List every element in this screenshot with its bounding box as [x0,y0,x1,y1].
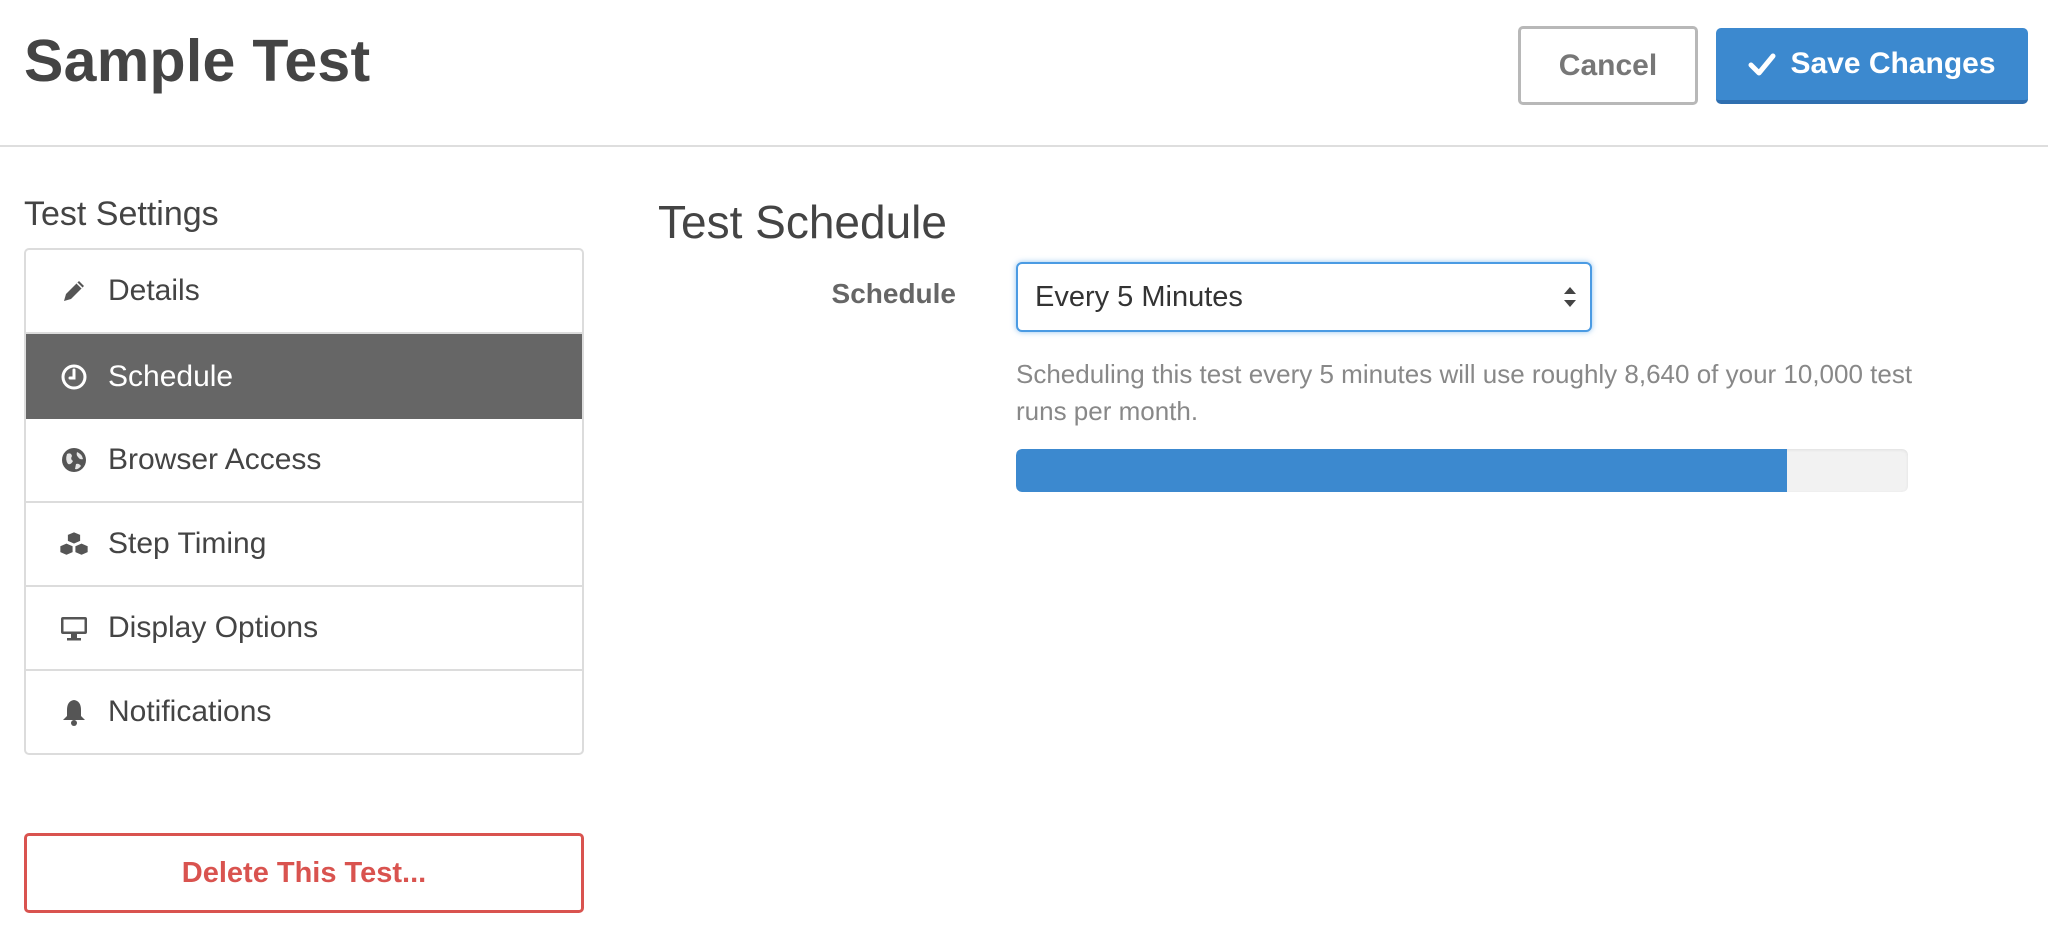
sidebar-item-details[interactable]: Details [26,250,582,334]
save-changes-label: Save Changes [1790,47,1996,80]
usage-progress-fill [1016,449,1787,492]
delete-test-label: Delete This Test... [181,856,427,889]
globe-icon [58,444,90,476]
schedule-label: Schedule [831,278,956,309]
page: Sample Test Cancel Save Changes Test Set… [0,0,2048,950]
save-changes-button[interactable]: Save Changes [1716,28,2028,104]
desktop-icon [58,612,90,644]
sidebar-item-notifications[interactable]: Notifications [26,671,582,753]
bell-icon [58,696,90,728]
clock-icon [58,361,90,393]
cancel-button-label: Cancel [1558,48,1658,82]
sidebar-item-browser-access[interactable]: Browser Access [26,419,582,503]
section-title: Test Schedule [658,196,947,248]
schedule-select-value: Every 5 Minutes [1035,280,1243,313]
usage-progress-bar [1016,449,1908,492]
sidebar-item-schedule[interactable]: Schedule [26,334,582,419]
check-icon [1748,50,1776,78]
settings-nav: Details Schedule Browser Access Step Tim… [24,248,584,755]
page-header: Sample Test Cancel Save Changes [0,0,2048,147]
cancel-button[interactable]: Cancel [1518,26,1698,105]
sidebar-item-label: Browser Access [108,443,322,476]
sidebar-item-display-options[interactable]: Display Options [26,587,582,671]
sidebar-item-label: Notifications [108,695,272,728]
schedule-select[interactable]: Every 5 Minutes [1016,262,1592,332]
sidebar-item-label: Display Options [108,611,319,644]
schedule-help-text: Scheduling this test every 5 minutes wil… [1016,359,1913,426]
delete-test-button[interactable]: Delete This Test... [24,833,584,913]
select-arrows-icon [1562,282,1578,312]
pencil-icon [58,275,90,307]
page-title: Sample Test [24,28,371,94]
cubes-icon [58,528,90,560]
sidebar-item-step-timing[interactable]: Step Timing [26,503,582,587]
sidebar-item-label: Step Timing [108,527,267,560]
sidebar-heading: Test Settings [24,195,219,233]
sidebar-item-label: Schedule [108,359,234,393]
sidebar-item-label: Details [108,274,200,307]
